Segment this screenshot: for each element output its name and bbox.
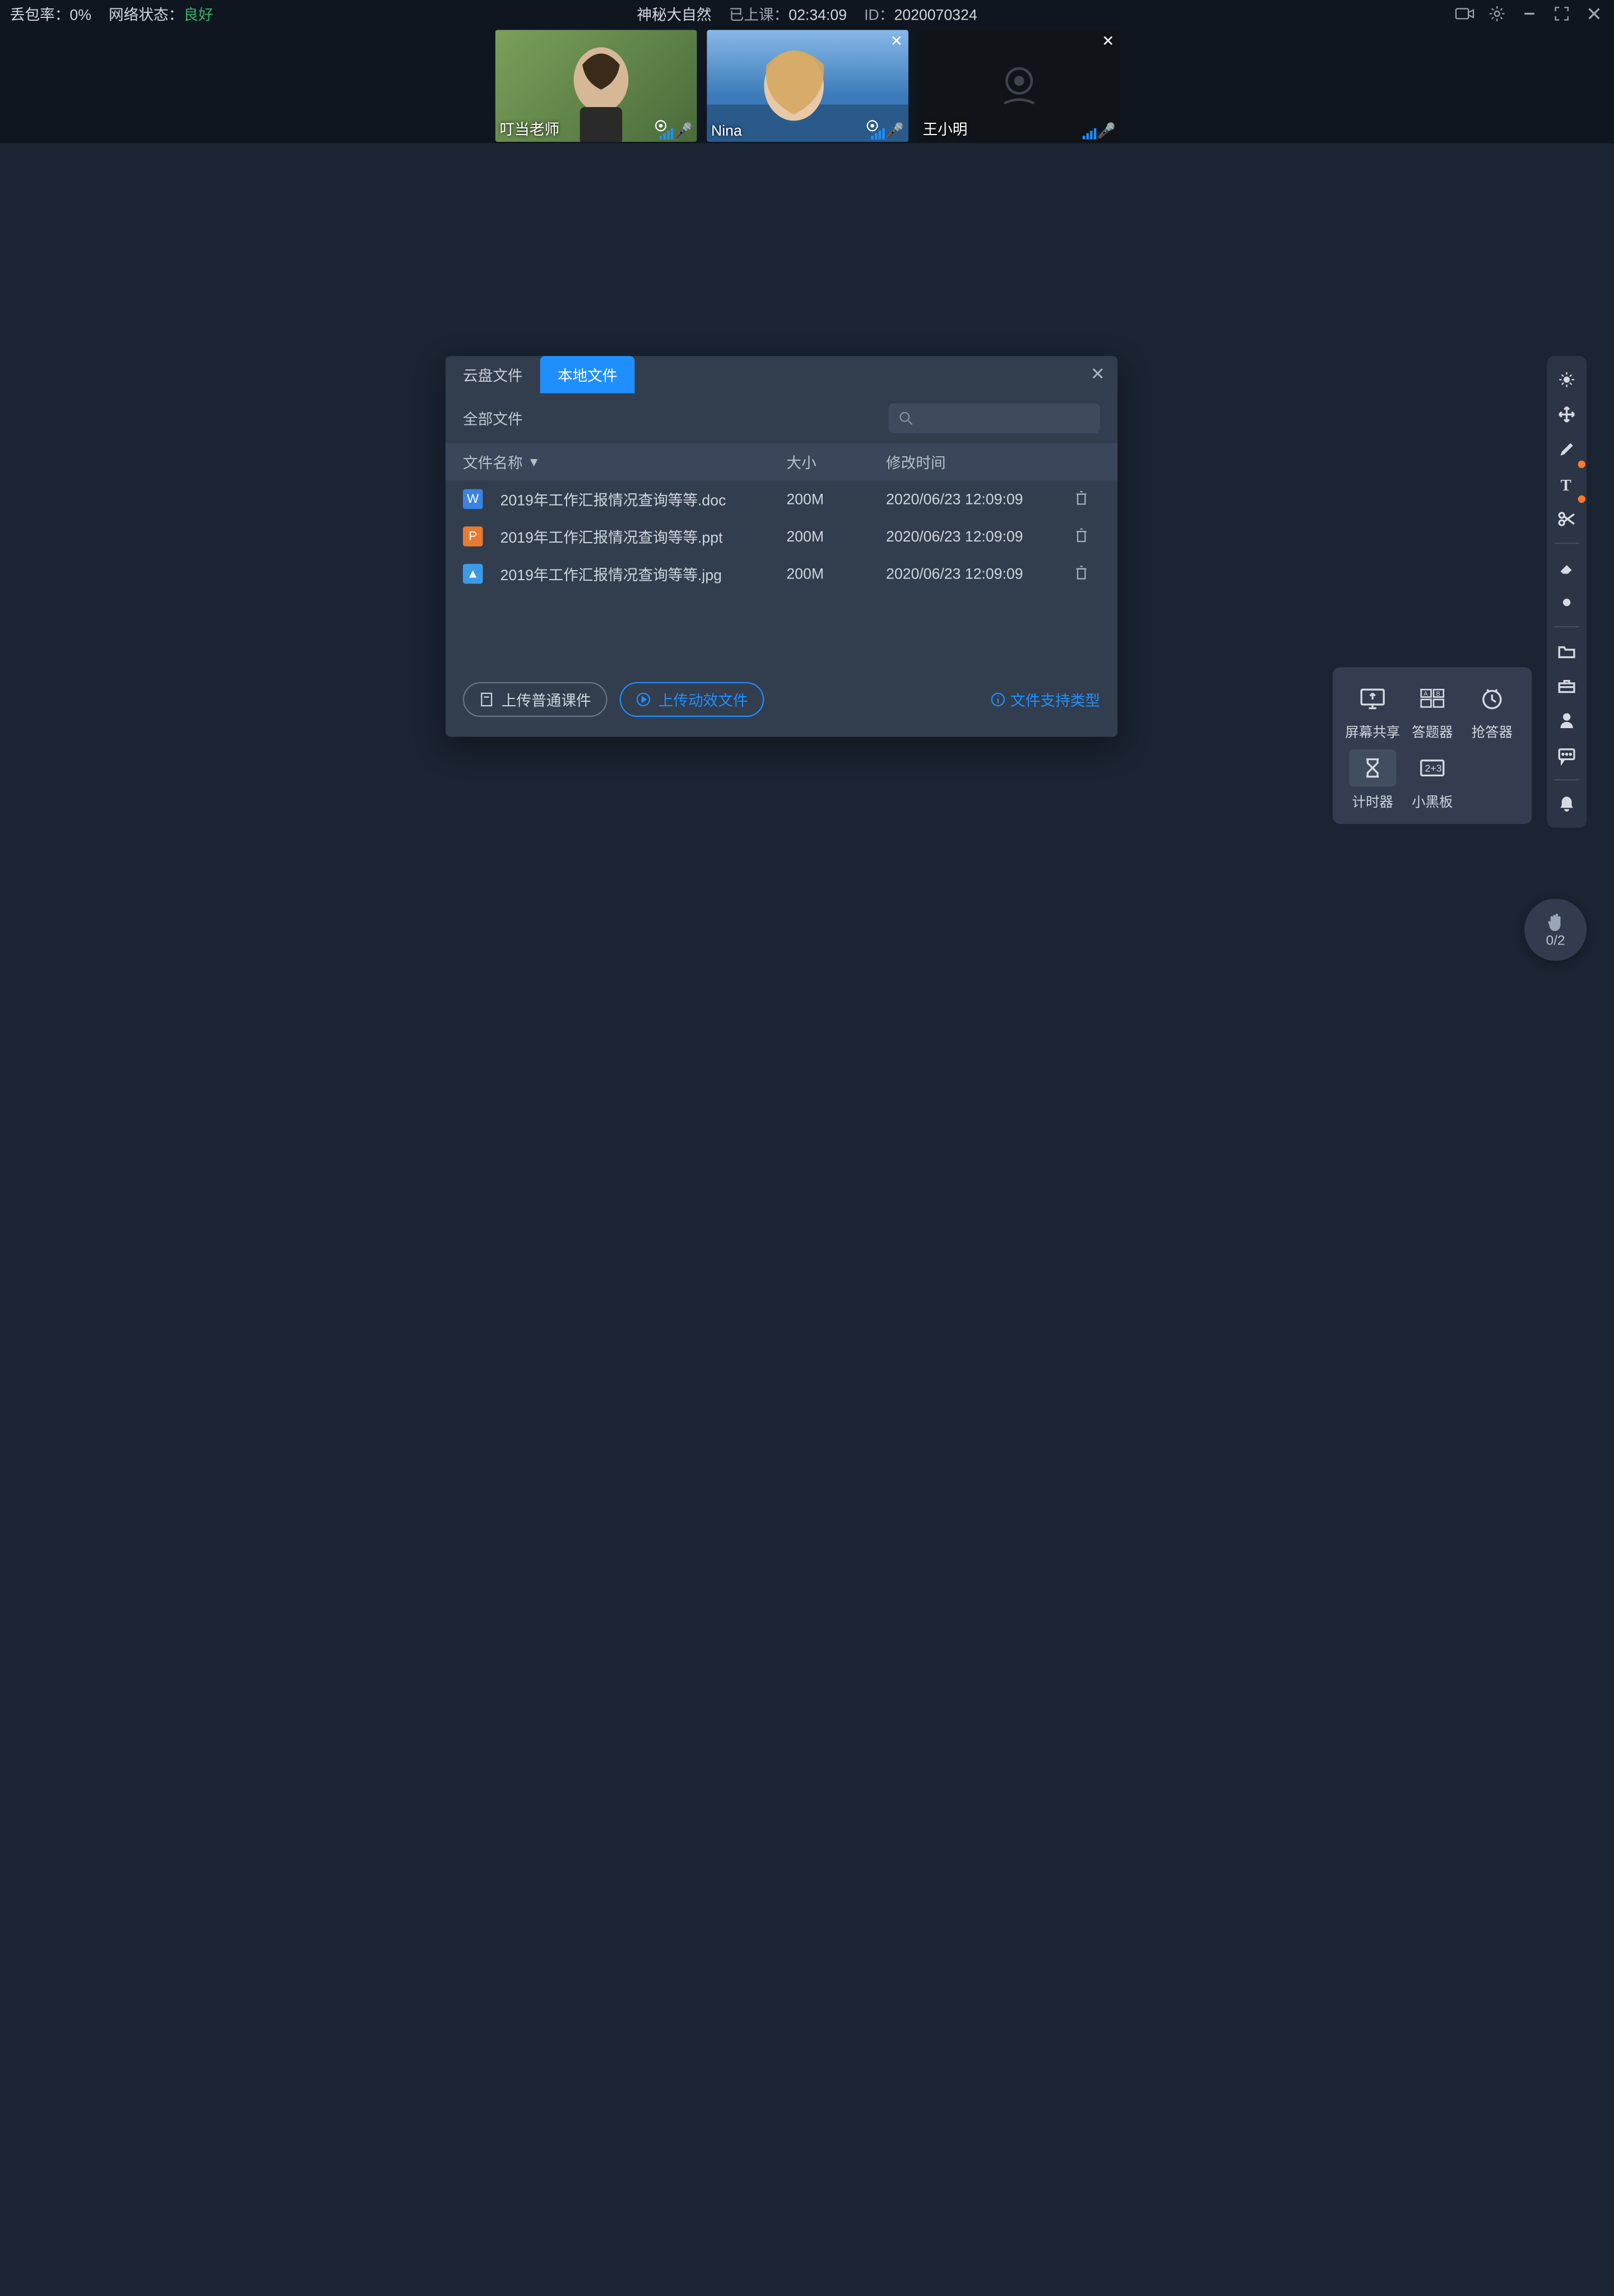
video-strip: 叮当老师 🎤 ✕ Nina 🎤 ✕ 王小明 🎤: [0, 27, 1614, 144]
video-tile-student[interactable]: ✕ Nina 🎤: [706, 30, 908, 142]
file-name: 2019年工作汇报情况查询等等.ppt: [500, 526, 723, 547]
blackboard-button[interactable]: 2+3小黑板: [1405, 749, 1460, 812]
laser-pointer-icon[interactable]: [1551, 363, 1583, 396]
image-icon: ▲: [463, 564, 483, 584]
supported-types-link[interactable]: 文件支持类型: [990, 689, 1100, 710]
file-name: 2019年工作汇报情况查询等等.doc: [500, 489, 726, 510]
person-icon[interactable]: [1551, 705, 1583, 737]
scissors-icon[interactable]: [1551, 503, 1583, 535]
toolbox-popover: 屏幕共享 AB答题器 抢答器 计时器 2+3小黑板: [1333, 667, 1532, 824]
file-time: 2020/06/23 12:09:09: [886, 490, 1063, 508]
eraser-icon[interactable]: [1551, 552, 1583, 584]
file-time: 2020/06/23 12:09:09: [886, 527, 1063, 545]
upload-anim-button[interactable]: 上传动效文件: [620, 682, 764, 717]
minimize-icon[interactable]: [1519, 4, 1539, 24]
file-size: 200M: [786, 490, 886, 508]
video-name: Nina: [711, 122, 742, 140]
search-input[interactable]: [888, 403, 1100, 433]
video-name: 叮当老师: [500, 118, 560, 140]
col-name[interactable]: 文件名称: [463, 451, 523, 473]
hand-count: 0/2: [1546, 933, 1565, 948]
duration-value: 02:34:09: [789, 6, 847, 23]
breadcrumb-all-files[interactable]: 全部文件: [463, 408, 523, 429]
class-title: 神秘大自然: [637, 3, 711, 25]
delete-icon[interactable]: [1063, 490, 1100, 508]
file-size: 200M: [786, 527, 886, 545]
right-toolbar: T: [1547, 356, 1587, 828]
screen-share-button[interactable]: 屏幕共享: [1345, 679, 1400, 742]
video-tile-student[interactable]: ✕ 王小明 🎤: [918, 30, 1120, 142]
file-row[interactable]: W 2019年工作汇报情况查询等等.doc 200M 2020/06/23 12:…: [446, 480, 1117, 518]
file-modal: 云盘文件 本地文件 ✕ 全部文件 文件名称 ▾ 大小 修改时间 W 2019年工作汇…: [446, 356, 1117, 737]
video-tile-teacher[interactable]: 叮当老师 🎤: [495, 30, 697, 142]
hand-icon: [1545, 911, 1567, 933]
file-row[interactable]: ▲ 2019年工作汇报情况查询等等.jpg 200M 2020/06/23 12:…: [446, 555, 1117, 592]
ppt-icon: P: [463, 526, 483, 547]
mic-icon: 🎤: [870, 122, 904, 140]
doc-icon: W: [463, 489, 483, 510]
col-size[interactable]: 大小: [786, 451, 886, 473]
close-icon[interactable]: [1584, 4, 1604, 24]
fullscreen-icon[interactable]: [1552, 4, 1572, 24]
pen-icon[interactable]: [1551, 433, 1583, 466]
id-label: ID：: [864, 6, 894, 23]
id-value: 2020070324: [894, 6, 977, 23]
upload-normal-button[interactable]: 上传普通课件: [463, 682, 607, 717]
video-close-icon[interactable]: ✕: [1102, 33, 1114, 50]
delete-icon[interactable]: [1063, 527, 1100, 545]
table-header: 文件名称 ▾ 大小 修改时间: [446, 443, 1117, 480]
video-name: 王小明: [923, 118, 968, 140]
video-close-icon[interactable]: ✕: [891, 33, 903, 50]
sort-icon[interactable]: ▾: [530, 453, 537, 470]
text-icon[interactable]: T: [1551, 468, 1583, 501]
svg-text:T: T: [1561, 476, 1571, 494]
top-status-bar: 丢包率：0% 网络状态：良好 神秘大自然 已上课：02:34:09 ID：202…: [0, 0, 1614, 27]
chat-icon[interactable]: [1551, 739, 1583, 772]
mic-icon: 🎤: [659, 122, 693, 140]
buzzer-button[interactable]: 抢答器: [1465, 679, 1520, 742]
svg-text:A: A: [1423, 691, 1428, 697]
settings-icon[interactable]: [1487, 4, 1507, 24]
quiz-button[interactable]: AB答题器: [1405, 679, 1460, 742]
mic-muted-icon: 🎤: [1082, 122, 1116, 140]
bell-icon[interactable]: [1551, 788, 1583, 821]
folder-icon[interactable]: [1551, 635, 1583, 667]
duration-label: 已上课：: [729, 6, 789, 23]
svg-text:B: B: [1436, 691, 1440, 697]
delete-icon[interactable]: [1063, 564, 1100, 583]
modal-close-icon[interactable]: ✕: [1091, 363, 1105, 385]
file-time: 2020/06/23 12:09:09: [886, 565, 1063, 582]
file-name: 2019年工作汇报情况查询等等.jpg: [500, 563, 722, 585]
packet-loss-value: 0%: [69, 6, 91, 23]
timer-button[interactable]: 计时器: [1345, 749, 1400, 812]
network-label: 网络状态：: [109, 6, 183, 23]
svg-text:2+3: 2+3: [1425, 763, 1441, 774]
network-value: 良好: [183, 6, 213, 23]
dot-icon[interactable]: [1551, 586, 1583, 619]
file-size: 200M: [786, 565, 886, 582]
tab-cloud-files[interactable]: 云盘文件: [446, 356, 540, 394]
tab-local-files[interactable]: 本地文件: [540, 356, 635, 394]
move-icon[interactable]: [1551, 399, 1583, 431]
toolbox-icon[interactable]: [1551, 670, 1583, 702]
hand-raise-button[interactable]: 0/2: [1524, 899, 1587, 961]
packet-loss-label: 丢包率：: [10, 6, 70, 23]
col-time[interactable]: 修改时间: [886, 451, 1063, 473]
record-icon[interactable]: [1455, 4, 1475, 24]
file-row[interactable]: P 2019年工作汇报情况查询等等.ppt 200M 2020/06/23 12:…: [446, 518, 1117, 556]
